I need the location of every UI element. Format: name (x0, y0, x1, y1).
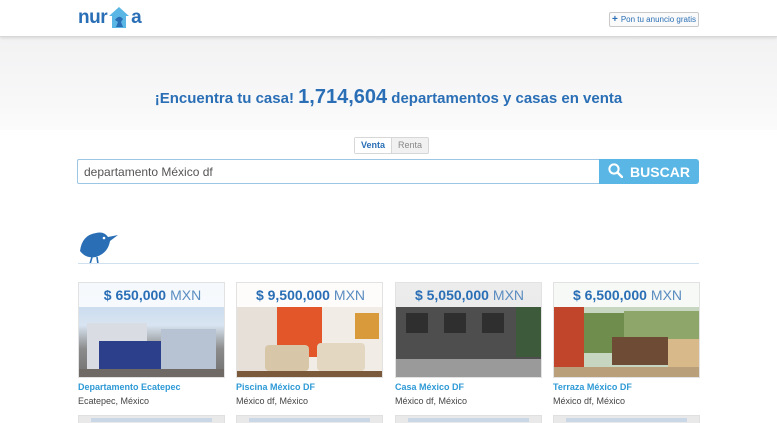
hero-headline: ¡Encuentra tu casa! 1,714,604 departamen… (0, 86, 777, 109)
search-input[interactable] (77, 159, 600, 184)
headline-suffix: departamentos y casas en venta (391, 90, 623, 107)
listing-count: 1,714,604 (298, 86, 388, 108)
post-ad-button[interactable]: + Pon tu anuncio gratis (609, 12, 699, 27)
price-currency: MXN (650, 287, 683, 303)
price-tag: $ 6,500,000 MXN (554, 283, 699, 307)
listing-location: México df, México (236, 396, 309, 406)
house-logo-icon (108, 6, 130, 30)
listing-location: México df, México (395, 396, 468, 406)
section-divider (78, 263, 699, 264)
operation-tabs: Venta Renta (354, 137, 430, 154)
price-tag: $ 9,500,000 MXN (237, 283, 382, 307)
listing-photo[interactable]: $ 6,500,000 MXN (553, 282, 700, 378)
listing-location: Ecatepec, México (78, 396, 150, 406)
price-amount: $ 9,500,000 (255, 287, 330, 303)
price-amount: $ 5,050,000 (414, 287, 489, 303)
price-amount: $ 650,000 (103, 287, 167, 303)
bird-mascot-icon (78, 225, 120, 265)
top-header: nur a + Pon tu anuncio gratis (0, 0, 777, 37)
nuroa-logo[interactable]: nur a (78, 4, 142, 32)
price-currency: MXN (333, 287, 366, 303)
price-currency: MXN (492, 287, 525, 303)
listing-card[interactable]: $ 650,000 MXN Departamento Ecatepec Ecat… (78, 282, 225, 406)
logo-text-right: a (131, 7, 142, 28)
listing-title[interactable]: Piscina México DF (236, 382, 383, 392)
price-tag: $ 5,050,000 MXN (396, 283, 541, 307)
listing-card-partial[interactable] (395, 415, 542, 423)
listing-title[interactable]: Departamento Ecatepec (78, 382, 225, 392)
listing-photo[interactable]: $ 5,050,000 MXN (395, 282, 542, 378)
listing-card[interactable]: $ 5,050,000 MXN Casa México DF México df… (395, 282, 542, 406)
search-button-label: BUSCAR (630, 163, 690, 180)
listing-card-partial[interactable] (78, 415, 225, 423)
listing-card[interactable]: $ 6,500,000 MXN Terraza México DF México… (553, 282, 700, 406)
listing-card[interactable]: $ 9,500,000 MXN Piscina México DF México… (236, 282, 383, 406)
listing-photo[interactable]: $ 650,000 MXN (78, 282, 225, 378)
listing-location: México df, México (553, 396, 626, 406)
listing-title[interactable]: Terraza México DF (553, 382, 700, 392)
plus-icon: + (611, 13, 618, 25)
search-button[interactable]: BUSCAR (599, 159, 699, 184)
listing-card-partial[interactable] (553, 415, 700, 423)
price-tag: $ 650,000 MXN (79, 283, 224, 307)
listing-card-partial[interactable] (236, 415, 383, 423)
price-amount: $ 6,500,000 (572, 287, 647, 303)
search-icon (608, 162, 624, 181)
listing-photo[interactable]: $ 9,500,000 MXN (236, 282, 383, 378)
tab-renta[interactable]: Renta (392, 138, 428, 153)
listing-title[interactable]: Casa México DF (395, 382, 542, 392)
logo-text-left: nur (78, 7, 108, 28)
tab-venta[interactable]: Venta (355, 138, 393, 153)
post-ad-label: Pon tu anuncio gratis (620, 15, 696, 24)
price-currency: MXN (170, 287, 202, 303)
hero-background (0, 37, 777, 130)
headline-prefix: ¡Encuentra tu casa! (154, 90, 294, 107)
